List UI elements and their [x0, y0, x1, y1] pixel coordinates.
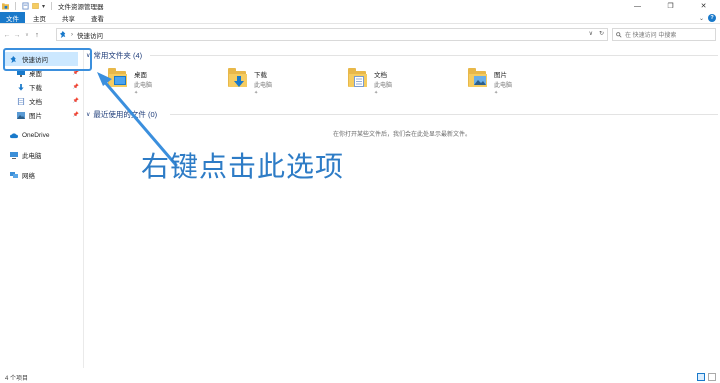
large-icons-view-icon[interactable]	[708, 373, 716, 381]
annotation-text: 右键点击此选项	[141, 150, 345, 183]
item-count: 4 个项目	[5, 375, 29, 382]
status-bar: 4 个项目	[0, 371, 720, 383]
details-view-icon[interactable]	[697, 373, 705, 381]
view-toggles	[697, 373, 716, 381]
annotation-arrow	[97, 72, 178, 167]
